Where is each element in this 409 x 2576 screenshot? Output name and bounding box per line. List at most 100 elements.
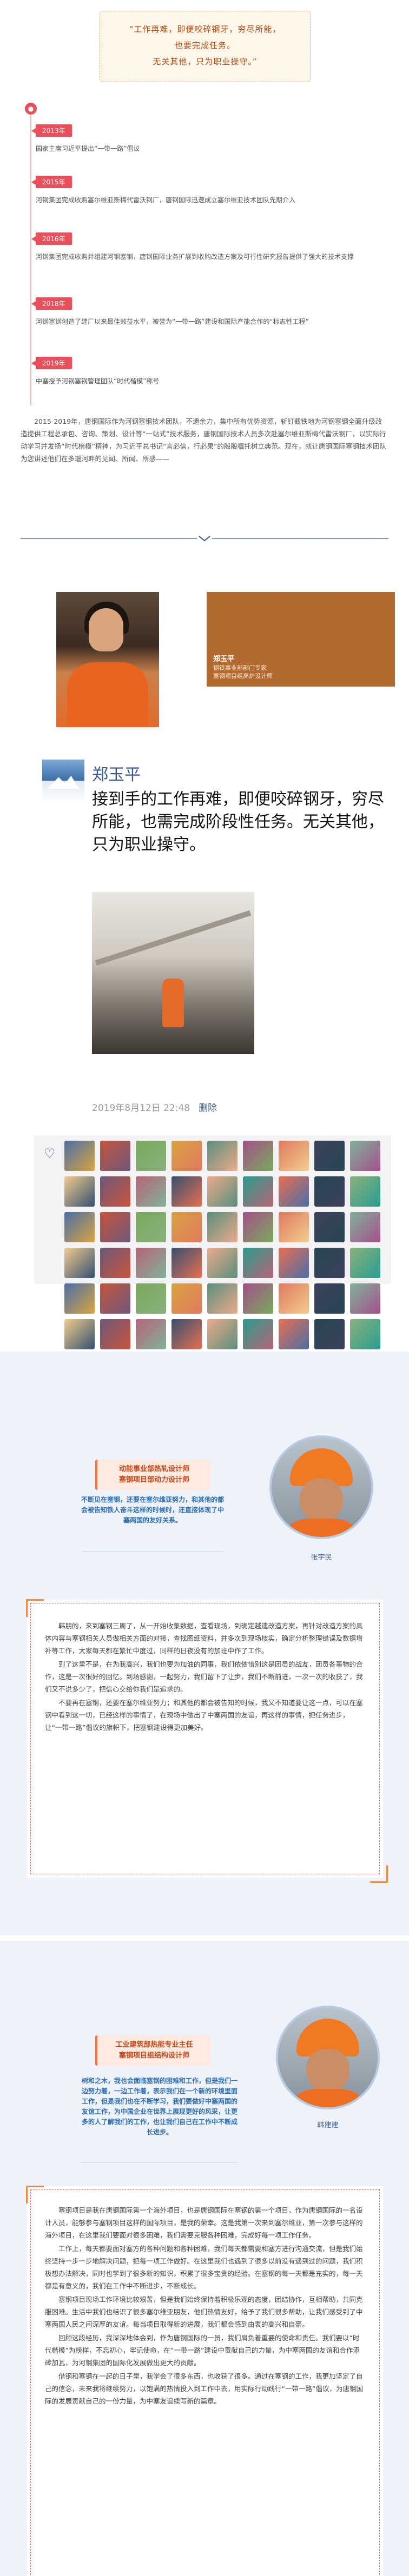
liker-avatar[interactable] xyxy=(350,1212,380,1242)
liker-avatar[interactable] xyxy=(100,1248,130,1278)
liker-avatar[interactable] xyxy=(100,1319,130,1349)
liker-avatar[interactable] xyxy=(350,1248,380,1278)
timeline-text: 河钢集团完成收购塞尔维亚斯梅代雷沃钢厂，唐钢国际迅速成立塞尔维亚技术团队先期介入 xyxy=(36,196,296,204)
corner-deco xyxy=(26,2186,44,2204)
liker-avatar[interactable] xyxy=(279,1141,309,1171)
liker-avatar[interactable] xyxy=(100,1141,130,1171)
liker-avatar[interactable] xyxy=(136,1248,166,1278)
liker-avatar[interactable] xyxy=(64,1176,95,1207)
liker-avatar[interactable] xyxy=(207,1319,238,1349)
liker-avatar[interactable] xyxy=(243,1248,273,1278)
section-2-tagline: 树和之木，我也会面临塞钢的困难和工作，但是我们一边努力着，一边工作着，表示我们在… xyxy=(81,2077,238,2136)
liker-avatar[interactable] xyxy=(350,1141,380,1171)
timeline-year: 2015年 xyxy=(31,176,72,188)
liker-avatar[interactable] xyxy=(171,1319,202,1349)
liker-avatar[interactable] xyxy=(207,1248,238,1278)
profile-desc-line-1: 钢铁事业部部门专家 xyxy=(213,664,267,671)
paragraph: 塞钢项目现场工作环境比较艰苦，但是我们始终保持着积极乐观的态度，团结协作，互相帮… xyxy=(45,2295,363,2328)
liker-avatar[interactable] xyxy=(100,1283,130,1314)
liker-avatar[interactable] xyxy=(350,1319,380,1349)
profile-desc: 钢铁事业部部门专家 塞钢项目组高炉设计师 xyxy=(213,664,273,680)
liker-avatar[interactable] xyxy=(64,1212,95,1242)
liker-avatar[interactable] xyxy=(279,1176,309,1207)
liker-avatar[interactable] xyxy=(314,1248,345,1278)
liker-avatar[interactable] xyxy=(350,1176,380,1207)
liker-avatar[interactable] xyxy=(136,1319,166,1349)
liker-avatar[interactable] xyxy=(207,1141,238,1171)
liker-avatar[interactable] xyxy=(350,1283,380,1314)
liker-avatar[interactable] xyxy=(207,1212,238,1242)
paragraph: 工作上，每天都要面对塞方的各种问题和各种困难，我们每天都需要和塞方进行沟通交流，… xyxy=(45,2245,363,2290)
timeline-item: 2013年 国家主席习近平提出“一带一路”倡议 xyxy=(31,124,382,154)
delete-link[interactable]: 删除 xyxy=(199,1103,217,1114)
liker-avatar[interactable] xyxy=(171,1176,202,1207)
liker-avatar[interactable] xyxy=(279,1319,309,1349)
liker-avatar[interactable] xyxy=(243,1283,273,1314)
liker-avatar[interactable] xyxy=(64,1283,95,1314)
liker-avatar[interactable] xyxy=(314,1176,345,1207)
portrait-photo xyxy=(56,592,159,727)
timeline-text: 河钢塞钢创造了建厂以来最佳效益水平，被誉为“一带一路”建设和国际产能合作的“标志… xyxy=(36,318,309,325)
timeline-item: 2015年 河钢集团完成收购塞尔维亚斯梅代雷沃钢厂，唐钢国际迅速成立塞尔维亚技术… xyxy=(31,176,382,205)
timeline-text: 国家主席习近平提出“一带一路”倡议 xyxy=(36,145,140,152)
section-1-photo xyxy=(269,1435,373,1539)
post-time: 2019年8月12日 22:48 xyxy=(92,1103,190,1114)
photo-rail xyxy=(95,910,252,966)
liker-avatar[interactable] xyxy=(171,1212,202,1242)
liker-avatar[interactable] xyxy=(171,1248,202,1278)
liker-avatar[interactable] xyxy=(171,1141,202,1171)
paragraph: 韩朋的，来到塞钢三周了，从一开始收集数据，查看现场，到确定越遗改造方案，再针对改… xyxy=(45,1622,363,1655)
timeline-item: 2019年 中塞授予河钢塞钢管理团队“时代楷模”称号 xyxy=(31,357,382,387)
section-1-tagline: 不断见在塞钢，还要在塞尔维亚努力，和其他的都会被告知铁人奋斗这样的时候时，还直接… xyxy=(81,1496,225,1524)
quote-line-3: 无关其他，只为职业操守。” xyxy=(153,57,258,66)
profile-card: 郑玉平 钢铁事业部部门专家 塞钢项目组高炉设计师 xyxy=(207,592,395,687)
liker-avatar[interactable] xyxy=(279,1283,309,1314)
likes-box: ♡ xyxy=(34,1135,391,1349)
face xyxy=(306,2049,349,2091)
liker-avatar[interactable] xyxy=(64,1248,95,1278)
chevron-down-icon xyxy=(197,535,212,542)
post-photo[interactable] xyxy=(92,892,254,1054)
section-1-body: 韩朋的，来到塞钢三周了，从一开始收集数据，查看现场，到确定越遗改造方案，再针对改… xyxy=(30,1603,380,1874)
paragraph: 回顾这段经历，我深深地体会到，作为唐钢国际的一员，我们肩负着重要的使命和责任。我… xyxy=(45,2334,360,2367)
timeline-text: 中塞授予河钢塞钢管理团队“时代楷模”称号 xyxy=(36,377,160,385)
liker-avatar[interactable] xyxy=(314,1283,345,1314)
liker-avatar[interactable] xyxy=(314,1141,345,1171)
liker-avatar[interactable] xyxy=(243,1141,273,1171)
section-2-body: 塞钢项目是我在唐钢国际第一个海外项目，也是唐钢国际在塞钢的第一个项目，作为唐钢国… xyxy=(30,2189,380,2576)
liker-avatar[interactable] xyxy=(243,1319,273,1349)
section-2-photo xyxy=(276,2006,380,2109)
post-meta: 2019年8月12日 22:48 删除 xyxy=(92,1100,217,1114)
liker-avatar[interactable] xyxy=(136,1212,166,1242)
liker-avatar[interactable] xyxy=(207,1283,238,1314)
quote-line-1: “工作再难，即便咬碎钢牙，穷尽所能， xyxy=(129,24,281,34)
liker-avatar[interactable] xyxy=(100,1176,130,1207)
liker-avatar[interactable] xyxy=(136,1283,166,1314)
timeline-year: 2018年 xyxy=(31,297,72,310)
liker-avatar[interactable] xyxy=(100,1212,130,1242)
profile-name: 郑玉平 xyxy=(213,655,235,663)
liker-avatar[interactable] xyxy=(314,1319,345,1349)
liker-avatar[interactable] xyxy=(279,1212,309,1242)
section-1-title-line-2: 塞钢项目部动力设计师 xyxy=(118,1476,189,1484)
liker-avatar[interactable] xyxy=(64,1141,95,1171)
liker-avatar[interactable] xyxy=(136,1141,166,1171)
section-1-title: 动能事业部热轧设计师 塞钢项目部动力设计师 xyxy=(95,1460,211,1490)
avatar[interactable] xyxy=(42,760,84,802)
liker-avatar[interactable] xyxy=(279,1248,309,1278)
liker-avatar[interactable] xyxy=(243,1212,273,1242)
quote-box: “工作再难，即便咬碎钢牙，穷尽所能， 也要完成任务。 无关其他，只为职业操守。” xyxy=(100,11,311,82)
liker-avatar[interactable] xyxy=(171,1283,202,1314)
post-author[interactable]: 郑玉平 xyxy=(92,761,141,785)
paragraph: 塞钢项目是我在唐钢国际第一个海外项目，也是唐钢国际在塞钢的第一个项目，作为唐钢国… xyxy=(45,2206,363,2239)
liker-avatar[interactable] xyxy=(243,1176,273,1207)
divider xyxy=(81,2162,238,2163)
liker-avatar[interactable] xyxy=(207,1176,238,1207)
timeline-text: 河钢集团完成收购并组建河钢塞钢，唐钢国际业务扩展到收购改造方案及可行性研究报告提… xyxy=(36,253,354,261)
liker-avatar[interactable] xyxy=(136,1176,166,1207)
section-1-title-line-1: 动能事业部热轧设计师 xyxy=(118,1465,189,1473)
profile-desc-line-2: 塞钢项目组高炉设计师 xyxy=(213,673,273,680)
liker-avatar[interactable] xyxy=(314,1212,345,1242)
liker-avatar[interactable] xyxy=(64,1319,95,1349)
section-2-title: 工业建筑部热能专业主任 塞钢项目组结构设计师 xyxy=(95,2035,211,2066)
